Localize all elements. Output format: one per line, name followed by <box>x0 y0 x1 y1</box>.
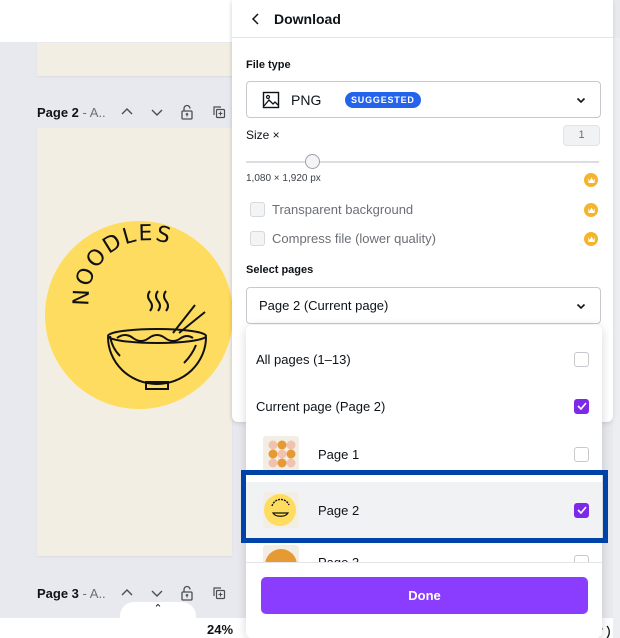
zoom-level: 24% <box>207 622 234 637</box>
transparent-background-label: Transparent background <box>272 202 414 217</box>
move-page-up-button[interactable] <box>117 583 137 603</box>
all-pages-checkbox[interactable] <box>574 351 589 367</box>
checkmark-icon <box>576 506 587 514</box>
page-2-thumbnail <box>263 492 299 528</box>
transparent-background-option[interactable]: Transparent background <box>250 202 413 217</box>
premium-crown-icon <box>584 173 598 187</box>
duplicate-page-button[interactable] <box>209 102 229 122</box>
compress-file-checkbox[interactable] <box>250 231 265 246</box>
size-slider[interactable] <box>246 161 599 163</box>
chevron-down-icon <box>576 303 586 309</box>
chevron-down-icon <box>576 97 586 103</box>
show-pages-toggle[interactable]: ⌃ <box>120 602 196 622</box>
page-1-canvas[interactable] <box>37 43 232 76</box>
all-pages-label: All pages (1–13) <box>256 351 351 367</box>
compress-file-option[interactable]: Compress file (lower quality) <box>250 231 436 246</box>
page-2-label: Page 2 <box>318 502 360 518</box>
chevron-up-icon: ⌃ <box>153 603 163 615</box>
duplicate-icon <box>213 106 226 119</box>
compress-file-label: Compress file (lower quality) <box>272 231 436 246</box>
current-page-checkbox[interactable] <box>574 398 589 414</box>
page-2-canvas[interactable]: NOODLES <box>37 128 232 556</box>
lock-page-button[interactable] <box>177 102 197 122</box>
page-1-option[interactable]: Page 1 <box>246 429 602 479</box>
page-1-thumbnail <box>263 436 299 472</box>
panel-scrollbar[interactable] <box>613 38 620 638</box>
unlock-icon <box>181 104 193 120</box>
select-pages-dropdown[interactable]: Page 2 (Current page) <box>246 287 601 324</box>
select-pages-value: Page 2 (Current page) <box>259 298 389 313</box>
size-input[interactable]: 1 <box>563 125 600 146</box>
dimensions-text: 1,080 × 1,920 px <box>246 173 321 184</box>
file-type-select[interactable]: PNG SUGGESTED <box>246 81 601 118</box>
premium-crown-icon <box>584 203 598 217</box>
select-pages-label: Select pages <box>246 264 314 276</box>
page-3-title[interactable]: Page 3 - A.. <box>37 586 106 601</box>
noodles-design: NOODLES <box>45 221 232 409</box>
image-icon <box>262 91 280 109</box>
current-page-option[interactable]: Current page (Page 2) <box>246 386 602 426</box>
panel-header: Download <box>232 0 613 38</box>
premium-crown-icon <box>584 232 598 246</box>
duplicate-icon <box>213 587 226 600</box>
page-2-option[interactable]: Page 2 <box>246 482 602 538</box>
current-page-label: Current page (Page 2) <box>256 398 386 414</box>
suggested-badge: SUGGESTED <box>345 92 421 108</box>
pages-dropdown-menu: All pages (1–13) Current page (Page 2) P… <box>246 325 602 638</box>
lock-page-button[interactable] <box>177 583 197 603</box>
duplicate-page-button[interactable] <box>209 583 229 603</box>
page-1-checkbox[interactable] <box>574 446 589 462</box>
transparent-background-checkbox[interactable] <box>250 202 265 217</box>
back-button[interactable] <box>246 9 266 29</box>
page-2-title[interactable]: Page 2 - A.. <box>37 105 106 120</box>
done-button[interactable]: Done <box>261 577 588 614</box>
checkmark-icon <box>576 402 587 410</box>
all-pages-option[interactable]: All pages (1–13) <box>246 339 602 379</box>
chevron-up-icon <box>121 108 133 115</box>
move-page-up-button[interactable] <box>117 102 137 122</box>
move-page-down-button[interactable] <box>147 583 167 603</box>
file-type-value: PNG <box>291 92 322 108</box>
size-slider-handle[interactable] <box>305 154 320 169</box>
chevron-down-icon <box>151 109 163 116</box>
chevron-left-icon <box>251 13 259 25</box>
page-2-header: Page 2 - A.. <box>37 100 237 124</box>
move-page-down-button[interactable] <box>147 102 167 122</box>
unlock-icon <box>181 585 193 601</box>
panel-title: Download <box>274 11 341 27</box>
chevron-up-icon <box>121 589 133 596</box>
dropdown-footer: Done <box>246 562 602 638</box>
chevron-down-icon <box>151 590 163 597</box>
size-label: Size × <box>246 128 280 142</box>
editor-top-strip <box>0 0 232 42</box>
file-type-label: File type <box>246 59 291 71</box>
page-2-checkbox[interactable] <box>574 502 589 518</box>
page-1-label: Page 1 <box>318 446 360 462</box>
